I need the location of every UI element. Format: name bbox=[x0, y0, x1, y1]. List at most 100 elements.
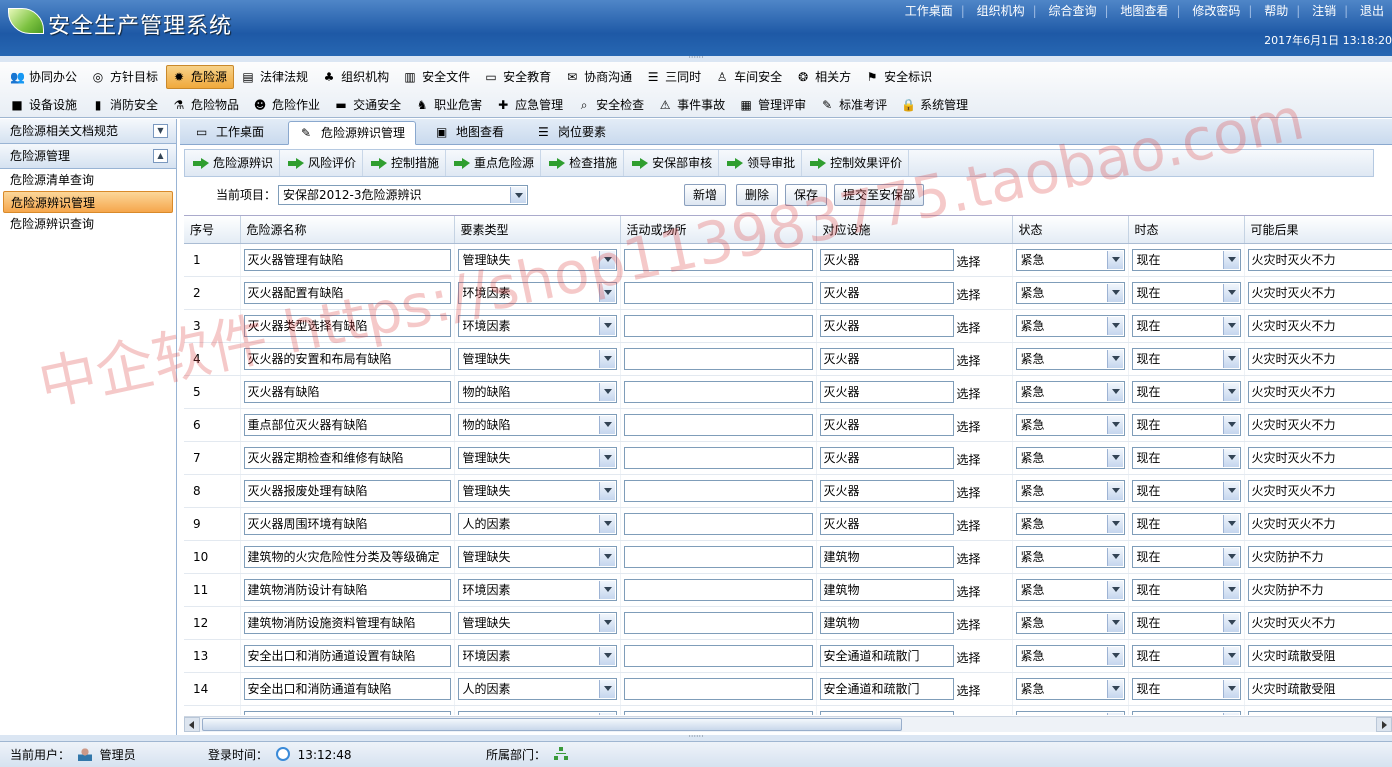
possible-result-input[interactable]: 火灾时疏散受阻 bbox=[1247, 644, 1392, 667]
top-nav-logout[interactable]: 注销 bbox=[1304, 2, 1344, 19]
chevron-down-icon[interactable] bbox=[1222, 547, 1239, 566]
state-select[interactable]: 紧急 bbox=[1015, 248, 1125, 271]
element-type-select[interactable]: 环境因素 bbox=[457, 281, 617, 304]
hazard-name-input[interactable]: 疏散用门和防火分隔设置有缺陷 bbox=[243, 710, 451, 715]
element-type-select[interactable]: 物的缺陷 bbox=[457, 380, 617, 403]
menu-item-law-book[interactable]: ▤ 法律法规 bbox=[235, 65, 315, 89]
tense-select[interactable]: 现在 bbox=[1131, 677, 1241, 700]
chevron-down-icon[interactable] bbox=[1106, 679, 1123, 698]
hazard-name-input[interactable]: 建筑物消防设施资料管理有缺陷 bbox=[243, 611, 451, 634]
activity-place-input[interactable] bbox=[623, 281, 813, 304]
menu-item-flask[interactable]: ⚗ 危险物品 bbox=[166, 93, 246, 117]
workflow-step[interactable]: 重点危险源 bbox=[446, 150, 542, 176]
chevron-down-icon[interactable] bbox=[598, 448, 615, 467]
activity-place-input[interactable] bbox=[623, 677, 813, 700]
chevron-down-icon[interactable] bbox=[598, 349, 615, 368]
delete-button[interactable]: 删除 bbox=[736, 184, 778, 206]
chevron-down-icon[interactable] bbox=[1222, 250, 1239, 269]
possible-result-input[interactable]: 火灾防护不力 bbox=[1247, 578, 1392, 601]
save-button[interactable]: 保存 bbox=[785, 184, 827, 206]
chevron-down-icon[interactable] bbox=[598, 316, 615, 335]
top-nav-map[interactable]: 地图查看 bbox=[1112, 2, 1176, 19]
activity-place-input[interactable] bbox=[623, 710, 813, 715]
tab-map[interactable]: ▣ 地图查看 bbox=[424, 121, 514, 145]
choose-link[interactable]: 选择 bbox=[957, 673, 981, 705]
collapse-toggle-icon[interactable]: ▼ bbox=[153, 124, 168, 138]
element-type-select[interactable]: 人的因素 bbox=[457, 677, 617, 700]
chevron-down-icon[interactable] bbox=[1106, 712, 1123, 715]
facility-input[interactable]: 灭火器 bbox=[819, 281, 954, 304]
menu-item-occupational[interactable]: ♞ 职业危害 bbox=[409, 93, 489, 117]
chevron-down-icon[interactable] bbox=[1222, 646, 1239, 665]
tense-select[interactable]: 现在 bbox=[1131, 413, 1241, 436]
menu-item-user-lock[interactable]: ♙ 车间安全 bbox=[709, 65, 789, 89]
tense-select[interactable]: 现在 bbox=[1131, 380, 1241, 403]
column-header[interactable]: 活动或场所 bbox=[620, 216, 817, 244]
sidebar-item[interactable]: 危险源辨识查询 bbox=[0, 213, 176, 235]
possible-result-input[interactable]: 火灾时灭火不力 bbox=[1247, 446, 1392, 469]
chevron-down-icon[interactable] bbox=[1222, 712, 1239, 715]
top-nav-change-password[interactable]: 修改密码 bbox=[1184, 2, 1248, 19]
column-header[interactable]: 要素类型 bbox=[454, 216, 621, 244]
chevron-down-icon[interactable] bbox=[1106, 316, 1123, 335]
hazard-name-input[interactable]: 安全出口和消防通道有缺陷 bbox=[243, 677, 451, 700]
chevron-down-icon[interactable] bbox=[598, 580, 615, 599]
facility-input[interactable]: 灭火器 bbox=[819, 248, 954, 271]
facility-input[interactable]: 建筑物 bbox=[819, 545, 954, 568]
choose-link[interactable]: 选择 bbox=[957, 376, 981, 408]
horizontal-scrollbar[interactable] bbox=[184, 716, 1392, 732]
menu-item-target[interactable]: ◎ 方针目标 bbox=[85, 65, 165, 89]
hazard-name-input[interactable]: 灭火器周围环境有缺陷 bbox=[243, 512, 451, 535]
state-select[interactable]: 紧急 bbox=[1015, 380, 1125, 403]
tense-select[interactable]: 现在 bbox=[1131, 512, 1241, 535]
workflow-step[interactable]: 危险源辨识 bbox=[185, 150, 281, 176]
state-select[interactable]: 紧急 bbox=[1015, 347, 1125, 370]
workflow-step[interactable]: 控制措施 bbox=[363, 150, 447, 176]
menu-item-emergency[interactable]: ✚ 应急管理 bbox=[490, 93, 570, 117]
chevron-down-icon[interactable] bbox=[598, 613, 615, 632]
state-select[interactable]: 紧急 bbox=[1015, 644, 1125, 667]
sidebar-item[interactable]: 危险源辨识管理 bbox=[3, 191, 173, 213]
hazard-name-input[interactable]: 灭火器定期检查和维修有缺陷 bbox=[243, 446, 451, 469]
possible-result-input[interactable]: 火灾时疏散受阻 bbox=[1247, 677, 1392, 700]
menu-item-people[interactable]: 👥 协同办公 bbox=[4, 65, 84, 89]
activity-place-input[interactable] bbox=[623, 314, 813, 337]
tense-select[interactable]: 现在 bbox=[1131, 578, 1241, 601]
choose-link[interactable]: 选择 bbox=[957, 343, 981, 375]
hazard-name-input[interactable]: 灭火器管理有缺陷 bbox=[243, 248, 451, 271]
menu-item-fire-extinguisher[interactable]: ▮ 消防安全 bbox=[85, 93, 165, 117]
tense-select[interactable]: 现在 bbox=[1131, 545, 1241, 568]
sidebar-section-docs[interactable]: 危险源相关文档规范 ▼ bbox=[0, 119, 176, 144]
chevron-down-icon[interactable] bbox=[1222, 580, 1239, 599]
scroll-thumb[interactable] bbox=[202, 718, 902, 731]
facility-input[interactable]: 灭火器 bbox=[819, 512, 954, 535]
menu-item-mail[interactable]: ✉ 协商沟通 bbox=[559, 65, 639, 89]
chevron-down-icon[interactable] bbox=[598, 679, 615, 698]
possible-result-input[interactable]: 火灾防护不力 bbox=[1247, 545, 1392, 568]
workflow-step[interactable]: 领导审批 bbox=[719, 150, 803, 176]
project-select[interactable]: 安保部2012-3危险源辨识 bbox=[278, 185, 528, 205]
state-select[interactable]: 紧急 bbox=[1015, 710, 1125, 715]
tense-select[interactable]: 现在 bbox=[1131, 248, 1241, 271]
facility-input[interactable]: 灭火器 bbox=[819, 347, 954, 370]
facility-input[interactable]: 灭火器 bbox=[819, 314, 954, 337]
column-header[interactable]: 状态 bbox=[1012, 216, 1129, 244]
column-header[interactable]: 对应设施 bbox=[816, 216, 1013, 244]
top-nav-exit[interactable]: 退出 bbox=[1352, 2, 1392, 19]
hazard-name-input[interactable]: 灭火器报废处理有缺陷 bbox=[243, 479, 451, 502]
menu-item-org-chart[interactable]: ♣ 组织机构 bbox=[316, 65, 396, 89]
activity-place-input[interactable] bbox=[623, 644, 813, 667]
choose-link[interactable]: 选择 bbox=[957, 574, 981, 606]
choose-link[interactable]: 选择 bbox=[957, 541, 981, 573]
chevron-down-icon[interactable] bbox=[1222, 481, 1239, 500]
hazard-name-input[interactable]: 灭火器配置有缺陷 bbox=[243, 281, 451, 304]
facility-input[interactable]: 建筑物 bbox=[819, 578, 954, 601]
chevron-down-icon[interactable] bbox=[1222, 514, 1239, 533]
activity-place-input[interactable] bbox=[623, 446, 813, 469]
add-button[interactable]: 新增 bbox=[684, 184, 726, 206]
sidebar-item[interactable]: 危险源清单查询 bbox=[0, 169, 176, 191]
choose-link[interactable]: 选择 bbox=[957, 310, 981, 342]
chevron-down-icon[interactable] bbox=[1106, 646, 1123, 665]
menu-item-edit[interactable]: ✎ 标准考评 bbox=[814, 93, 894, 117]
chevron-down-icon[interactable] bbox=[1222, 283, 1239, 302]
